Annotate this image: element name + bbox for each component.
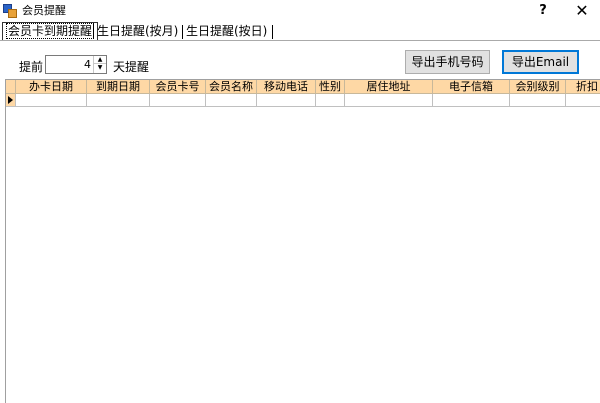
column-header[interactable]: 折扣	[566, 80, 600, 94]
table-cell[interactable]	[16, 94, 87, 107]
table-cell[interactable]	[345, 94, 433, 107]
tab-birthday-month[interactable]: 生日提醒(按月)	[94, 24, 181, 41]
column-header[interactable]: 会员名称	[206, 80, 257, 94]
tab-label: 会员卡到期提醒	[6, 23, 95, 39]
days-value[interactable]: 4	[46, 57, 91, 72]
header-indicator	[6, 80, 16, 94]
export-phone-button[interactable]: 导出手机号码	[405, 50, 490, 74]
column-header[interactable]: 居住地址	[345, 80, 433, 94]
table-cell[interactable]	[566, 94, 600, 107]
tab-separator	[272, 25, 273, 39]
tab-birthday-day[interactable]: 生日提醒(按日)	[183, 24, 270, 41]
column-header[interactable]: 到期日期	[87, 80, 150, 94]
row-pointer-icon	[8, 96, 13, 104]
grid-header: 办卡日期 到期日期 会员卡号 会员名称 移动电话 性别 居住地址 电子信箱 会别…	[6, 80, 600, 94]
app-icon	[3, 4, 17, 18]
column-header[interactable]: 会员卡号	[150, 80, 206, 94]
stepper-down-icon[interactable]: ▼	[94, 64, 106, 72]
row-indicator	[6, 94, 16, 107]
window-title: 会员提醒	[22, 4, 66, 17]
member-grid[interactable]: 办卡日期 到期日期 会员卡号 会员名称 移动电话 性别 居住地址 电子信箱 会别…	[5, 79, 600, 403]
table-cell[interactable]	[510, 94, 566, 107]
table-cell[interactable]	[150, 94, 206, 107]
days-prefix-label: 提前	[19, 60, 44, 74]
column-header[interactable]: 移动电话	[257, 80, 316, 94]
table-cell[interactable]	[257, 94, 316, 107]
stepper-up-icon[interactable]: ▲	[94, 56, 106, 64]
days-stepper[interactable]: 4 ▲ ▼	[45, 55, 107, 74]
table-row[interactable]	[6, 94, 600, 107]
table-cell[interactable]	[87, 94, 150, 107]
days-suffix-label: 天提醒	[113, 60, 150, 74]
table-cell[interactable]	[316, 94, 345, 107]
column-header[interactable]: 会别级别	[510, 80, 566, 94]
tab-divider	[0, 40, 600, 41]
stepper-buttons: ▲ ▼	[93, 56, 106, 73]
close-button[interactable]: ✕	[569, 1, 595, 21]
tab-strip: 会员卡到期提醒 生日提醒(按月) 生日提醒(按日)	[2, 22, 598, 41]
table-cell[interactable]	[206, 94, 257, 107]
table-cell[interactable]	[433, 94, 510, 107]
export-email-button[interactable]: 导出Email	[502, 50, 579, 74]
tab-card-expiry[interactable]: 会员卡到期提醒	[2, 22, 99, 41]
column-header[interactable]: 性别	[316, 80, 345, 94]
help-button[interactable]: ?	[533, 2, 553, 20]
column-header[interactable]: 电子信箱	[433, 80, 510, 94]
title-bar: 会员提醒 ? ✕	[0, 0, 600, 22]
column-header[interactable]: 办卡日期	[16, 80, 87, 94]
